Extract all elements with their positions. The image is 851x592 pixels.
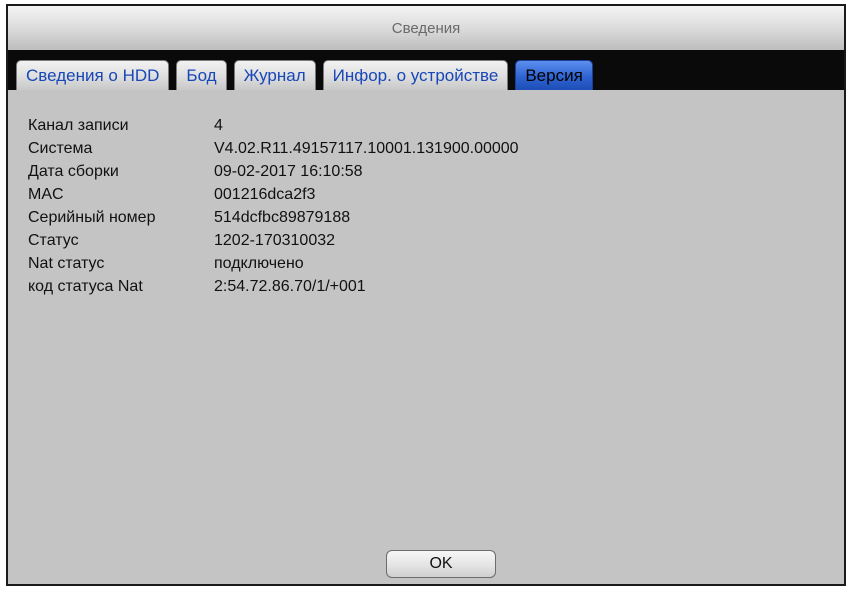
info-label: код статуса Nat xyxy=(28,277,143,295)
info-row-nat-status-code: код статуса Nat 2:54.72.86.70/1/+001 xyxy=(28,275,519,298)
info-label: Система xyxy=(28,139,93,157)
info-value: 001216dca2f3 xyxy=(214,185,316,203)
tab-version[interactable]: Версия xyxy=(515,60,593,90)
info-label: Nat статус xyxy=(28,254,105,272)
info-row-nat-status: Nat статус подключено xyxy=(28,252,519,275)
info-value: 2:54.72.86.70/1/+001 xyxy=(214,277,366,295)
info-row-record-channels: Канал записи 4 xyxy=(28,114,519,137)
info-label: MAC xyxy=(28,185,64,203)
version-info-list: Канал записи 4 Система V4.02.R11.4915711… xyxy=(28,114,519,298)
info-label: Серийный номер xyxy=(28,208,156,226)
ok-button[interactable]: OK xyxy=(386,550,496,578)
tab-baud[interactable]: Бод xyxy=(176,60,227,90)
dialog-title: Сведения xyxy=(8,6,844,51)
info-value: 1202-170310032 xyxy=(214,231,336,249)
info-row-serial-number: Серийный номер 514dcfbc89879188 xyxy=(28,206,519,229)
info-value: 09-02-2017 16:10:58 xyxy=(214,162,363,180)
info-value: 514dcfbc89879188 xyxy=(214,208,351,226)
info-dialog: Сведения Сведения о HDD Бод Журнал Инфор… xyxy=(6,4,846,586)
info-row-system: Система V4.02.R11.49157117.10001.131900.… xyxy=(28,137,519,160)
version-panel: Канал записи 4 Система V4.02.R11.4915711… xyxy=(8,90,844,584)
info-value: 4 xyxy=(214,116,223,134)
info-value: V4.02.R11.49157117.10001.131900.00000 xyxy=(214,139,519,157)
info-label: Дата сборки xyxy=(28,162,119,180)
info-label: Канал записи xyxy=(28,116,129,134)
tab-log[interactable]: Журнал xyxy=(233,60,316,90)
info-label: Статус xyxy=(28,231,79,249)
info-row-mac: MAC 001216dca2f3 xyxy=(28,183,519,206)
tab-hdd-info[interactable]: Сведения о HDD xyxy=(16,60,170,90)
tab-bar: Сведения о HDD Бод Журнал Инфор. о устро… xyxy=(8,50,844,90)
info-row-build-date: Дата сборки 09-02-2017 16:10:58 xyxy=(28,160,519,183)
tab-device-info[interactable]: Инфор. о устройстве xyxy=(322,60,509,90)
info-row-status: Статус 1202-170310032 xyxy=(28,229,519,252)
info-value: подключено xyxy=(214,254,304,272)
